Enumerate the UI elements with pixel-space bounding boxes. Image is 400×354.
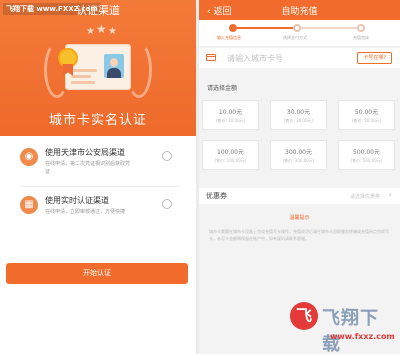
police-badge-icon: ◉	[20, 148, 38, 166]
option-radio[interactable]	[162, 199, 172, 209]
option-description: 在线申请，立即审核通过，方便快捷	[45, 209, 126, 215]
amount-option[interactable]: 50.00元 (售价: 50.00元)	[338, 100, 395, 130]
site-watermark: 飞 飞翔下载 www.fxxz.com	[290, 298, 396, 354]
bank-icon: ▦	[20, 196, 38, 214]
watermark-text: 飞翔下载	[322, 308, 379, 354]
card-line	[71, 69, 97, 72]
notice-title: 温馨提示	[289, 215, 310, 221]
page-title: 自助充值	[281, 7, 318, 17]
portrait-icon	[104, 54, 124, 78]
amount-price: (售价: 30.00元)	[283, 118, 314, 123]
amount-value: 500.00元	[353, 149, 380, 156]
amount-value: 30.00元	[286, 109, 311, 116]
top-bar: ‹ 返回 自助充值	[199, 0, 400, 20]
amount-value: 50.00元	[354, 109, 379, 116]
option-title: 使用实时认证渠道	[45, 196, 109, 205]
hero-caption: 城市卡实名认证	[48, 113, 147, 128]
step-track-active	[233, 27, 295, 29]
coupon-label: 优惠券	[206, 192, 227, 200]
chevron-right-icon: ›	[388, 190, 392, 199]
star-icon: ★	[86, 26, 95, 37]
amount-price: (售价: 500.00元)	[350, 158, 383, 163]
step-label: 输入充值信息	[217, 35, 241, 40]
amount-option[interactable]: 500.00元 (售价: 500.00元)	[338, 140, 395, 170]
star-icon: ★	[108, 26, 117, 37]
divider	[20, 186, 180, 187]
page-title: 认证渠道	[76, 4, 120, 17]
star-icon: ★	[96, 22, 107, 36]
step-dot	[293, 24, 301, 32]
amount-option[interactable]: 100.00元 (售价: 100.00元)	[202, 140, 259, 170]
option-realtime-channel[interactable]: ▦ 使用实时认证渠道 在线申请，立即审核通过，方便快捷	[20, 194, 180, 234]
amount-section-label: 请选择金额	[207, 85, 238, 92]
amount-option[interactable]: 300.00元 (售价: 300.00元)	[270, 140, 327, 170]
step-label: 充值完成	[353, 35, 369, 40]
card-line	[71, 75, 91, 78]
amount-option[interactable]: 10.00元 (售价: 10.00元)	[202, 100, 259, 130]
option-title: 使用天津市公安局渠道	[45, 148, 125, 157]
coupon-row[interactable]: 优惠券 请选择优惠券 ›	[199, 188, 400, 204]
amount-price: (售价: 300.00元)	[282, 158, 315, 163]
coupon-hint: 请选择优惠券	[349, 194, 380, 200]
card-number-input[interactable]	[227, 51, 347, 65]
option-description: 在线申请，第二次凭证相识别后获取凭证	[45, 161, 131, 175]
option-police-channel[interactable]: ◉ 使用天津市公安局渠道 在线申请，第二次凭证相识别后获取凭证	[20, 146, 180, 186]
step-dot	[357, 24, 365, 32]
amount-price: (售价: 100.00元)	[214, 158, 247, 163]
where-is-card-number-link[interactable]: 卡号在哪?	[357, 52, 392, 64]
option-radio[interactable]	[162, 151, 172, 161]
amount-price: (售价: 10.00元)	[215, 118, 246, 123]
amount-value: 300.00元	[285, 149, 312, 156]
amount-value: 100.00元	[217, 149, 244, 156]
left-screen: 飞翔下载 www.FXXZ.com 认证渠道 ★ ★ ★ 城市卡实名认证 ◉ 使…	[0, 0, 196, 354]
progress-steps: 输入充值信息 选择支付方式 充值完成	[199, 20, 400, 46]
watermark-url: www.fxxz.com	[330, 332, 395, 341]
notice-text: 城市卡需要在城市卡设备上完成充值写卡操作，充值成功后请在城市卡自助服务终端或充值…	[209, 229, 389, 241]
card-line	[71, 81, 95, 84]
watermark-logo-icon: 飞	[290, 302, 318, 330]
card-number-row: 卡号在哪?	[199, 48, 400, 68]
hero-banner: 飞翔下载 www.FXXZ.com 认证渠道 ★ ★ ★ 城市卡实名认证	[0, 0, 196, 136]
amount-value: 10.00元	[218, 109, 243, 116]
amount-price: (售价: 50.00元)	[351, 118, 382, 123]
amount-option[interactable]: 30.00元 (售价: 30.00元)	[270, 100, 327, 130]
start-verification-button[interactable]: 开始认证	[6, 263, 188, 284]
step-label: 选择支付方式	[283, 35, 307, 40]
step-dot	[229, 24, 237, 32]
card-icon	[206, 54, 216, 61]
